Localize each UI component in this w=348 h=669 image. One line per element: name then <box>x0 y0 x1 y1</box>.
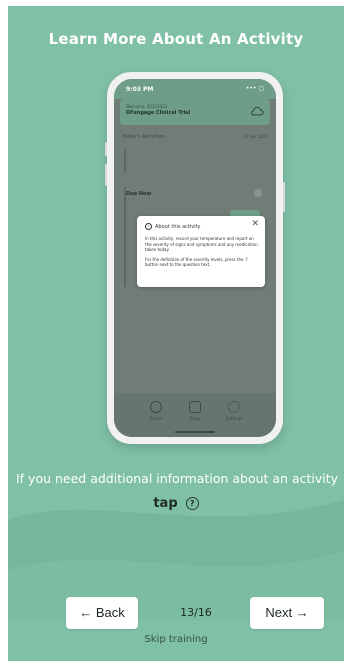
page-title: Learn More About An Activity <box>48 30 304 48</box>
tab-status: Status <box>138 401 174 421</box>
activity-info-popup: i About this activity ✕ In this activity,… <box>137 216 265 287</box>
status-time: 9:03 PM <box>126 86 154 93</box>
tab-label: Today <box>189 416 201 421</box>
help-icon: ? <box>185 497 199 510</box>
info-text: If you need additional information about… <box>16 471 339 486</box>
timeline-line <box>124 187 126 287</box>
page-counter: 13/16 <box>180 606 212 619</box>
skip-training-link[interactable]: Skip training <box>8 634 344 645</box>
phone-power-button <box>283 182 285 212</box>
close-icon: ✕ <box>251 219 259 229</box>
section-date: 12 Apr 2024 <box>243 134 268 139</box>
gear-icon <box>228 401 240 413</box>
welcome-text: Welcome, 45112023 <box>126 104 168 109</box>
status-icon <box>150 401 162 413</box>
signal-icon: ••• ▢ <box>245 85 264 92</box>
tab-settings: Settings <box>216 401 252 421</box>
home-indicator <box>175 431 215 433</box>
info-icon: i <box>145 223 152 230</box>
tab-today: Today <box>177 401 213 421</box>
timeline-line <box>124 149 126 173</box>
status-bar: 9:03 PM ••• ▢ <box>114 79 276 99</box>
tab-label: Status <box>149 416 163 421</box>
popup-title: About this activity <box>155 224 201 230</box>
next-button[interactable]: Next → <box>250 597 324 629</box>
popup-header: i About this activity <box>145 223 201 230</box>
phone-mockup: 9:03 PM ••• ▢ Welcome, 45112023 DFengage… <box>105 72 285 444</box>
popup-paragraph: In this activity, record your temperatur… <box>145 236 258 253</box>
tab-bar: Status Today Settings <box>114 393 276 437</box>
section-title: Today's Activities <box>122 134 165 140</box>
phone-side-button <box>105 142 107 156</box>
study-name: DFengage Clinical Trial <box>126 110 191 116</box>
due-now-badge <box>254 189 262 197</box>
popup-body: In this activity, record your temperatur… <box>145 236 258 272</box>
tap-word: tap <box>153 496 178 511</box>
back-button[interactable]: ← Back <box>66 597 138 629</box>
app-header: Welcome, 45112023 DFengage Clinical Tria… <box>120 99 270 125</box>
popup-paragraph: For the definition of the severity level… <box>145 256 249 268</box>
due-now-label: Due Now <box>126 191 152 197</box>
phone-volume-button <box>105 164 107 186</box>
tap-hint: tap? <box>8 496 344 511</box>
cloud-sync-icon <box>251 106 264 116</box>
onboarding-screen: Learn More About An Activity 9:03 PM •••… <box>8 6 344 661</box>
tab-label: Settings <box>225 416 243 421</box>
calendar-icon <box>189 401 201 413</box>
phone-screen: 9:03 PM ••• ▢ Welcome, 45112023 DFengage… <box>114 79 276 437</box>
